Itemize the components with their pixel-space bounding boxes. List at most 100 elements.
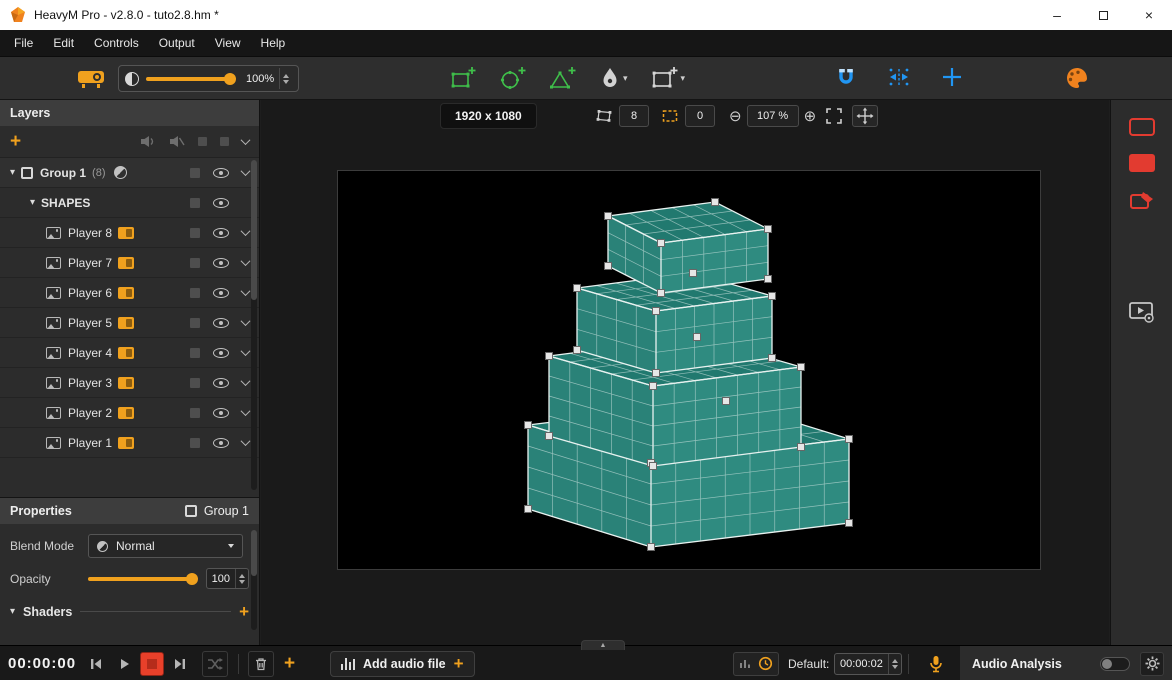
default-duration-icons[interactable] <box>733 652 779 676</box>
player-chevron-icon[interactable] <box>241 376 251 386</box>
draw-tool-caret-icon[interactable]: ▾ <box>623 73 628 84</box>
player-colorbox[interactable] <box>190 408 200 418</box>
mask-edit-icon[interactable] <box>1129 190 1155 212</box>
player-visibility-eye-icon[interactable] <box>213 288 229 298</box>
add-audio-file-button[interactable]: Add audio file + <box>330 651 475 677</box>
player-chevron-icon[interactable] <box>241 226 251 236</box>
player-visibility-eye-icon[interactable] <box>213 408 229 418</box>
projector-button[interactable] <box>76 57 106 99</box>
appearance-palette-button[interactable] <box>1064 57 1090 99</box>
group-visibility-eye-icon[interactable] <box>213 168 229 178</box>
player-colorbox[interactable] <box>190 378 200 388</box>
player-visibility-eye-icon[interactable] <box>213 228 229 238</box>
player-visibility-eye-icon[interactable] <box>213 318 229 328</box>
add-layer-button[interactable]: + <box>10 132 21 151</box>
shapes-visibility-eye-icon[interactable] <box>213 198 229 208</box>
solo-all-icon[interactable] <box>169 135 185 148</box>
add-sequence-button[interactable]: + <box>284 654 295 673</box>
menu-output[interactable]: Output <box>149 30 205 56</box>
layer-row-player-4[interactable]: Player 4 <box>0 338 259 368</box>
zoom-in-button[interactable]: ⊕ <box>804 109 817 124</box>
add-triangle-button[interactable] <box>550 66 576 90</box>
microphone-icon[interactable] <box>928 655 944 673</box>
shaders-section-header[interactable]: ▾ Shaders + <box>0 603 259 620</box>
select-all-colorbox[interactable] <box>198 137 207 146</box>
mute-all-icon[interactable] <box>140 135 156 148</box>
properties-scrollbar[interactable] <box>251 530 257 630</box>
opacity-slider[interactable] <box>88 577 196 581</box>
center-crosshair-button[interactable] <box>942 67 962 90</box>
menu-controls[interactable]: Controls <box>84 30 149 56</box>
player-colorbox[interactable] <box>190 288 200 298</box>
output-preview-canvas[interactable] <box>337 170 1041 570</box>
layer-row-player-2[interactable]: Player 2 <box>0 398 259 428</box>
player-colorbox[interactable] <box>190 438 200 448</box>
delete-button[interactable] <box>248 651 274 677</box>
group-colorbox[interactable] <box>190 168 200 178</box>
fill-tool-icon[interactable] <box>1129 154 1155 172</box>
properties-target-checkbox[interactable] <box>185 505 197 517</box>
player-colorbox[interactable] <box>190 318 200 328</box>
layer-row-player-5[interactable]: Player 5 <box>0 308 259 338</box>
layers-scrollbar[interactable] <box>251 160 257 490</box>
add-group-button[interactable]: ▾ <box>652 66 686 90</box>
output-screen-icon[interactable] <box>118 347 134 359</box>
brightness-spinner-arrows[interactable] <box>279 68 292 89</box>
pan-tool-button[interactable] <box>852 105 878 127</box>
stop-button[interactable] <box>140 652 164 676</box>
layer-row-shapes[interactable]: ▾ SHAPES <box>0 188 259 218</box>
add-circle-button[interactable] <box>500 66 526 90</box>
minimize-button[interactable]: – <box>1034 0 1080 30</box>
group-chevron-icon[interactable] <box>241 166 251 176</box>
opacity-spinner[interactable]: 100 <box>206 568 249 589</box>
opacity-spinner-arrows[interactable] <box>235 569 248 588</box>
add-audio-plus-button[interactable]: + <box>454 655 464 672</box>
visibility-all-box[interactable] <box>220 137 229 146</box>
layer-row-player-1[interactable]: Player 1 <box>0 428 259 458</box>
player-visibility-eye-icon[interactable] <box>213 378 229 388</box>
layer-row-player-3[interactable]: Player 3 <box>0 368 259 398</box>
brightness-slider-knob[interactable] <box>224 73 236 85</box>
close-button[interactable]: × <box>1126 0 1172 30</box>
output-screen-icon[interactable] <box>118 407 134 419</box>
brightness-spinner[interactable]: 100% <box>241 68 292 89</box>
output-screen-icon[interactable] <box>118 377 134 389</box>
maximize-button[interactable] <box>1080 0 1126 30</box>
player-colorbox[interactable] <box>190 258 200 268</box>
mapping-shape-stack[interactable] <box>338 171 1042 571</box>
player-visibility-eye-icon[interactable] <box>213 348 229 358</box>
shapes-expand-icon[interactable]: ▾ <box>30 197 35 208</box>
add-group-caret-icon[interactable]: ▾ <box>681 73 686 84</box>
skip-end-button[interactable] <box>168 652 192 676</box>
draw-tool-button[interactable]: ▾ <box>600 66 628 90</box>
menu-view[interactable]: View <box>205 30 251 56</box>
player-chevron-icon[interactable] <box>241 256 251 266</box>
player-colorbox[interactable] <box>190 228 200 238</box>
default-duration-spinner[interactable]: 00:00:02 <box>834 653 902 675</box>
output-screen-icon[interactable] <box>118 437 134 449</box>
layer-row-player-8[interactable]: Player 8 <box>0 218 259 248</box>
blend-mode-dropdown[interactable]: Normal <box>88 534 243 558</box>
add-shader-button[interactable]: + <box>239 603 249 620</box>
snap-to-grid-button[interactable] <box>888 67 910 90</box>
group-checkbox[interactable] <box>21 167 33 179</box>
menu-help[interactable]: Help <box>251 30 296 56</box>
player-visibility-eye-icon[interactable] <box>213 438 229 448</box>
output-screen-icon[interactable] <box>118 287 134 299</box>
collapse-all-chevron-icon[interactable] <box>241 135 251 145</box>
play-button[interactable] <box>112 652 136 676</box>
player-colorbox[interactable] <box>190 348 200 358</box>
player-settings-icon[interactable] <box>1128 300 1156 324</box>
zoom-out-button[interactable]: ⊖ <box>729 109 742 124</box>
brightness-slider[interactable] <box>146 77 234 81</box>
output-screen-icon[interactable] <box>118 317 134 329</box>
group-expand-icon[interactable]: ▾ <box>10 167 15 178</box>
skip-start-button[interactable] <box>84 652 108 676</box>
magnet-button[interactable] <box>836 67 856 90</box>
layer-row-player-6[interactable]: Player 6 <box>0 278 259 308</box>
shapes-colorbox[interactable] <box>190 198 200 208</box>
menu-edit[interactable]: Edit <box>43 30 84 56</box>
add-rectangle-button[interactable] <box>450 66 476 90</box>
group-blend-icon[interactable] <box>114 166 127 179</box>
brightness-control[interactable]: 100% <box>118 65 299 92</box>
